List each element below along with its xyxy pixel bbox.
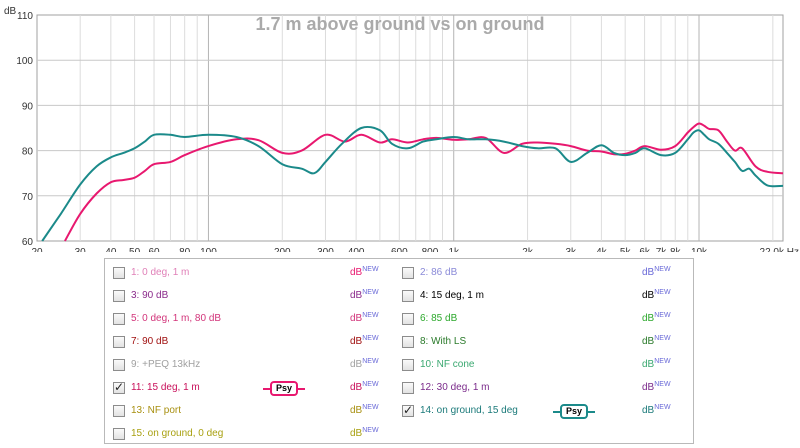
chart-title: 1.7 m above ground vs on ground (255, 14, 544, 34)
x-tick-label: 300 (317, 247, 334, 252)
x-tick-label: 40 (105, 247, 117, 252)
legend-label: 13: NF port (131, 405, 182, 416)
legend-item[interactable]: 13: NF port (113, 399, 181, 422)
y-tick-label: 90 (22, 101, 34, 112)
legend-label: 3: 90 dB (131, 290, 169, 301)
legend-checkbox[interactable] (113, 380, 125, 394)
legend-item[interactable]: 3: 90 dB (113, 284, 168, 307)
x-tick-label: 600 (391, 247, 408, 252)
legend-label: 7: 90 dB (131, 336, 169, 347)
legend-label: 9: +PEQ 13kHz (131, 359, 201, 370)
legend-label: 15: on ground, 0 deg (131, 428, 224, 439)
x-axis-ticks: 20 30 40 50 60 80 100 200 300 400 600 800 1k 2k 3k 4k 5k… (31, 247, 799, 252)
legend-label: 6: 85 dB (420, 313, 458, 324)
frequency-response-chart: 60 70 80 90 100 110 20 30 40 50 60 80 100 200 300 400 6… (4, 6, 799, 252)
x-tick-label: 20 (31, 247, 43, 252)
x-tick-label: 7k (656, 247, 668, 252)
plot-area (36, 14, 784, 242)
psy-button[interactable]: Psy (263, 381, 306, 396)
db-new-label[interactable]: dBNEW (642, 335, 671, 347)
db-new-label[interactable]: dBNEW (350, 335, 379, 347)
legend-checkbox[interactable] (402, 266, 414, 279)
legend-checkbox[interactable] (402, 358, 414, 371)
legend-label: 12: 30 deg, 1 m (420, 382, 490, 393)
legend-item[interactable]: 1: 0 deg, 1 m (113, 261, 189, 284)
x-tick-label: 8k (670, 247, 682, 252)
db-new-label[interactable]: dBNEW (642, 312, 671, 324)
legend-checkbox[interactable] (402, 289, 414, 302)
x-tick-label: 80 (179, 247, 191, 252)
db-new-label[interactable]: dBNEW (642, 358, 671, 370)
y-tick-label: 110 (17, 11, 33, 22)
db-new-label[interactable]: dBNEW (642, 289, 671, 301)
x-tick-label: 400 (348, 247, 365, 252)
legend-item[interactable]: 14: on ground, 15 deg (402, 399, 518, 422)
legend-checkbox[interactable] (113, 266, 125, 279)
legend-checkbox[interactable] (113, 358, 125, 371)
x-tick-label: 3k (565, 247, 577, 252)
legend-label: 14: on ground, 15 deg (420, 405, 518, 416)
db-new-label[interactable]: dBNEW (350, 266, 379, 278)
db-new-label[interactable]: dBNEW (642, 266, 671, 278)
legend-checkbox[interactable] (113, 335, 125, 348)
legend-item[interactable]: 10: NF cone (402, 353, 474, 376)
legend-checkbox[interactable] (113, 427, 125, 440)
x-tick-label: 2k (522, 247, 534, 252)
legend-panel: 1: 0 deg, 1 m dBNEW 2: 86 dB dBNEW 3: 90 dB d… (104, 258, 694, 444)
x-tick-label: 800 (422, 247, 439, 252)
legend-item[interactable]: 8: With LS (402, 330, 466, 353)
legend-item[interactable]: 12: 30 deg, 1 m (402, 376, 490, 399)
y-tick-label: 100 (16, 56, 33, 67)
db-new-label[interactable]: dBNEW (350, 358, 379, 370)
legend-checkbox[interactable] (113, 404, 125, 417)
legend-item[interactable]: 2: 86 dB (402, 261, 457, 284)
psy-button[interactable]: Psy (553, 404, 596, 419)
legend-checkbox[interactable] (402, 312, 414, 325)
legend-item[interactable]: 7: 90 dB (113, 330, 168, 353)
db-new-label[interactable]: dBNEW (642, 404, 671, 416)
legend-item[interactable]: 11: 15 deg, 1 m (113, 376, 200, 399)
db-new-label[interactable]: dBNEW (350, 404, 379, 416)
db-new-label[interactable]: dBNEW (350, 289, 379, 301)
legend-checkbox[interactable] (402, 335, 414, 348)
legend-label: 11: 15 deg, 1 m (131, 382, 200, 393)
legend-checkbox[interactable] (402, 403, 414, 417)
x-tick-label: 50 (129, 247, 141, 252)
legend-checkbox[interactable] (113, 312, 125, 325)
y-tick-label: 80 (22, 147, 34, 158)
x-tick-label: 5k (620, 247, 632, 252)
y-axis-unit: dB (4, 6, 17, 17)
legend-checkbox[interactable] (113, 289, 125, 302)
legend-label: 8: With LS (420, 336, 467, 347)
legend-item[interactable]: 5: 0 deg, 1 m, 80 dB (113, 307, 221, 330)
legend-label: 1: 0 deg, 1 m (131, 267, 190, 278)
legend-checkbox[interactable] (402, 381, 414, 394)
x-tick-label: 1k (448, 247, 460, 252)
x-tick-label: 10k (691, 247, 708, 252)
legend-item[interactable]: 15: on ground, 0 deg (113, 422, 223, 445)
y-tick-label: 70 (22, 192, 34, 203)
db-new-label[interactable]: dBNEW (350, 381, 379, 393)
db-new-label[interactable]: dBNEW (350, 312, 379, 324)
x-tick-label: 200 (274, 247, 291, 252)
x-tick-label: 30 (75, 247, 87, 252)
x-tick-label: 22,0k Hz (760, 247, 799, 252)
x-tick-label: 6k (639, 247, 651, 252)
legend-label: 2: 86 dB (420, 267, 458, 278)
x-tick-label: 4k (596, 247, 608, 252)
db-new-label[interactable]: dBNEW (642, 381, 671, 393)
y-axis-ticks: 60708090100110 (16, 11, 33, 248)
x-tick-label: 60 (148, 247, 160, 252)
legend-label: 4: 15 deg, 1 m (420, 290, 484, 301)
legend-item[interactable]: 4: 15 deg, 1 m (402, 284, 484, 307)
legend-item[interactable]: 9: +PEQ 13kHz (113, 353, 200, 376)
legend-item[interactable]: 6: 85 dB (402, 307, 457, 330)
x-tick-label: 100 (200, 247, 217, 252)
db-new-label[interactable]: dBNEW (350, 427, 379, 439)
legend-label: 5: 0 deg, 1 m, 80 dB (131, 313, 222, 324)
legend-label: 10: NF cone (420, 359, 475, 370)
